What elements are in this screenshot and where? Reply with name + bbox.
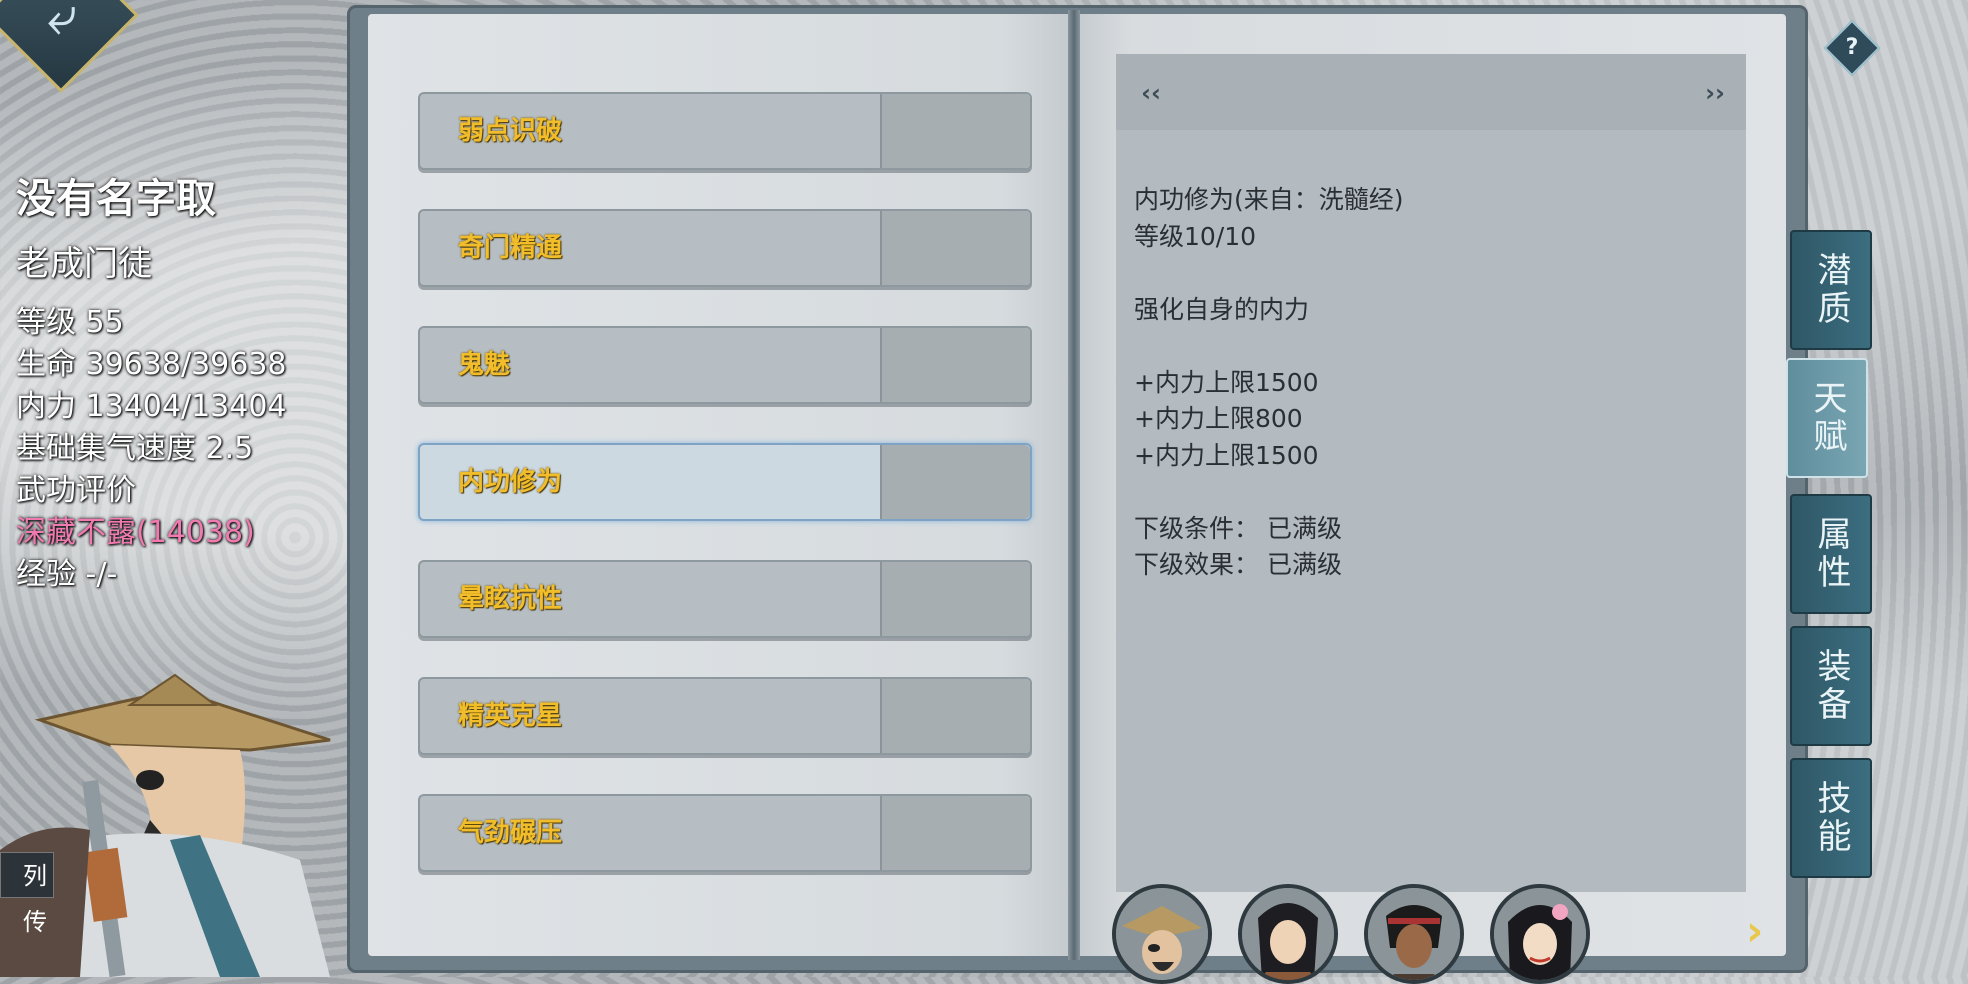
detail-level: 等级10/10 <box>1134 221 1257 251</box>
stat-charge-speed: 基础集气速度 2.5 <box>16 431 254 466</box>
biography-tab[interactable]: 列传 <box>0 852 54 936</box>
talent-level-box <box>880 328 1030 402</box>
stat-hp: 生命 39638/39638 <box>16 347 287 382</box>
detail-bonus: +内力上限1500 <box>1134 440 1319 470</box>
stat-martial-rating: 深藏不露(14038) <box>16 515 255 550</box>
tab-talent[interactable]: 天赋 <box>1786 358 1868 478</box>
back-arrow-icon: ⤶ <box>46 0 78 47</box>
stat-martial-rating-label: 武功评价 <box>16 473 136 508</box>
detail-bonus: +内力上限800 <box>1134 404 1303 433</box>
detail-header <box>1116 54 1746 130</box>
tab-skills[interactable]: 技能 <box>1790 758 1872 878</box>
book-spine <box>1068 10 1080 960</box>
team-member-avatar[interactable] <box>1490 884 1590 984</box>
character-portrait <box>0 673 331 977</box>
talent-detail-text: 内功修为(来自：洗髓经) 等级10/10 强化自身的内力 +内力上限1500 +… <box>1134 182 1734 584</box>
talent-level-box <box>880 445 1030 519</box>
talent-level-box <box>880 796 1030 870</box>
character-stats: 等级 55 生命 39638/39638 内力 13404/13404 基础集气… <box>16 302 346 596</box>
talent-name: 弱点识破 <box>458 116 563 146</box>
tab-attributes[interactable]: 属性 <box>1790 494 1872 614</box>
stat-experience: 经验 -/- <box>16 557 118 592</box>
chevron-left-icon[interactable]: ‹‹ <box>1136 78 1166 108</box>
talent-name: 鬼魅 <box>458 350 511 380</box>
team-member-avatar[interactable] <box>1112 884 1212 984</box>
talent-row[interactable]: 精英克星 <box>418 677 1032 755</box>
detail-blank <box>1134 255 1734 292</box>
tab-equipment[interactable]: 装备 <box>1790 626 1872 746</box>
detail-blank <box>1134 474 1734 511</box>
detail-title: 内功修为(来自：洗髓经) <box>1134 185 1404 214</box>
character-name: 没有名字取 <box>16 176 216 222</box>
talent-name: 晕眩抗性 <box>458 584 563 614</box>
talent-row[interactable]: 晕眩抗性 <box>418 560 1032 638</box>
talent-row[interactable]: 鬼魅 <box>418 326 1032 404</box>
chevron-right-icon[interactable]: › <box>1746 908 1763 954</box>
talent-name: 内功修为 <box>458 467 563 497</box>
detail-bonus: +内力上限1500 <box>1134 367 1319 397</box>
stat-internal-force: 内力 13404/13404 <box>16 389 287 424</box>
stat-level: 等级 55 <box>16 305 124 340</box>
talent-level-box <box>880 562 1030 636</box>
tab-potential[interactable]: 潜质 <box>1790 230 1872 350</box>
talent-row[interactable]: 气劲碾压 <box>418 794 1032 872</box>
talent-row[interactable]: 弱点识破 <box>418 92 1032 170</box>
talent-level-box <box>880 211 1030 285</box>
chevron-right-icon[interactable]: ›› <box>1700 78 1730 108</box>
help-icon: ? <box>1845 35 1859 60</box>
talent-name: 奇门精通 <box>458 233 563 263</box>
talent-name: 气劲碾压 <box>458 818 563 848</box>
detail-next-effect: 下级效果： 已满级 <box>1134 550 1342 579</box>
talent-row-selected[interactable]: 内功修为 <box>418 443 1032 521</box>
talent-name: 精英克星 <box>458 701 563 731</box>
detail-next-condition: 下级条件： 已满级 <box>1134 513 1342 543</box>
detail-blank <box>1134 328 1734 365</box>
detail-description: 强化自身的内力 <box>1134 294 1310 324</box>
team-member-avatar[interactable] <box>1238 884 1338 984</box>
talent-level-box <box>880 679 1030 753</box>
character-title: 老成门徒 <box>16 244 152 284</box>
talent-row[interactable]: 奇门精通 <box>418 209 1032 287</box>
team-member-avatar[interactable] <box>1364 884 1464 984</box>
talent-level-box <box>880 94 1030 168</box>
